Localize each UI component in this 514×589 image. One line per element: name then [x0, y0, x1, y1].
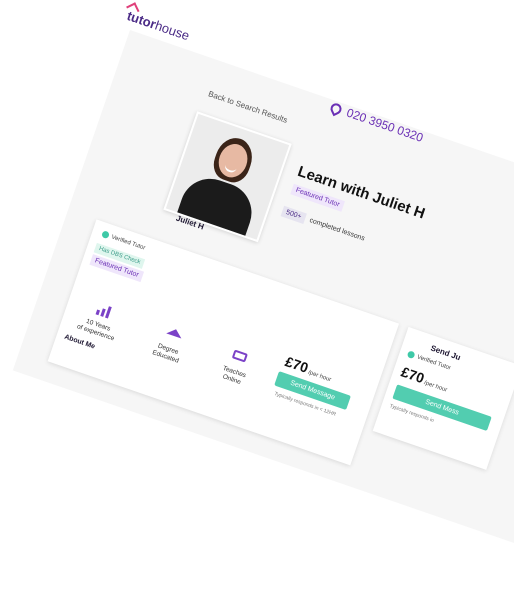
graduation-cap-icon: [165, 326, 184, 343]
sidebar-price-unit: /per hour: [423, 380, 448, 394]
verified-check-icon: [101, 230, 110, 240]
bar-chart-icon: [95, 303, 112, 319]
sidebar-verified-check-icon: [406, 350, 416, 360]
phone-icon: [328, 101, 344, 116]
sidebar-price-amount: £70: [399, 363, 427, 387]
feature-degree: Degree Educated: [136, 319, 204, 371]
price-amount: £70: [283, 353, 311, 376]
laptop-icon: [231, 349, 248, 365]
profile-page: 020 3950 0320 Back to Search Results Jul…: [12, 30, 514, 566]
feature-online: Teaches Online: [202, 342, 270, 394]
page: tutorhouse 020 3950 0320 Back to Search …: [0, 0, 514, 589]
